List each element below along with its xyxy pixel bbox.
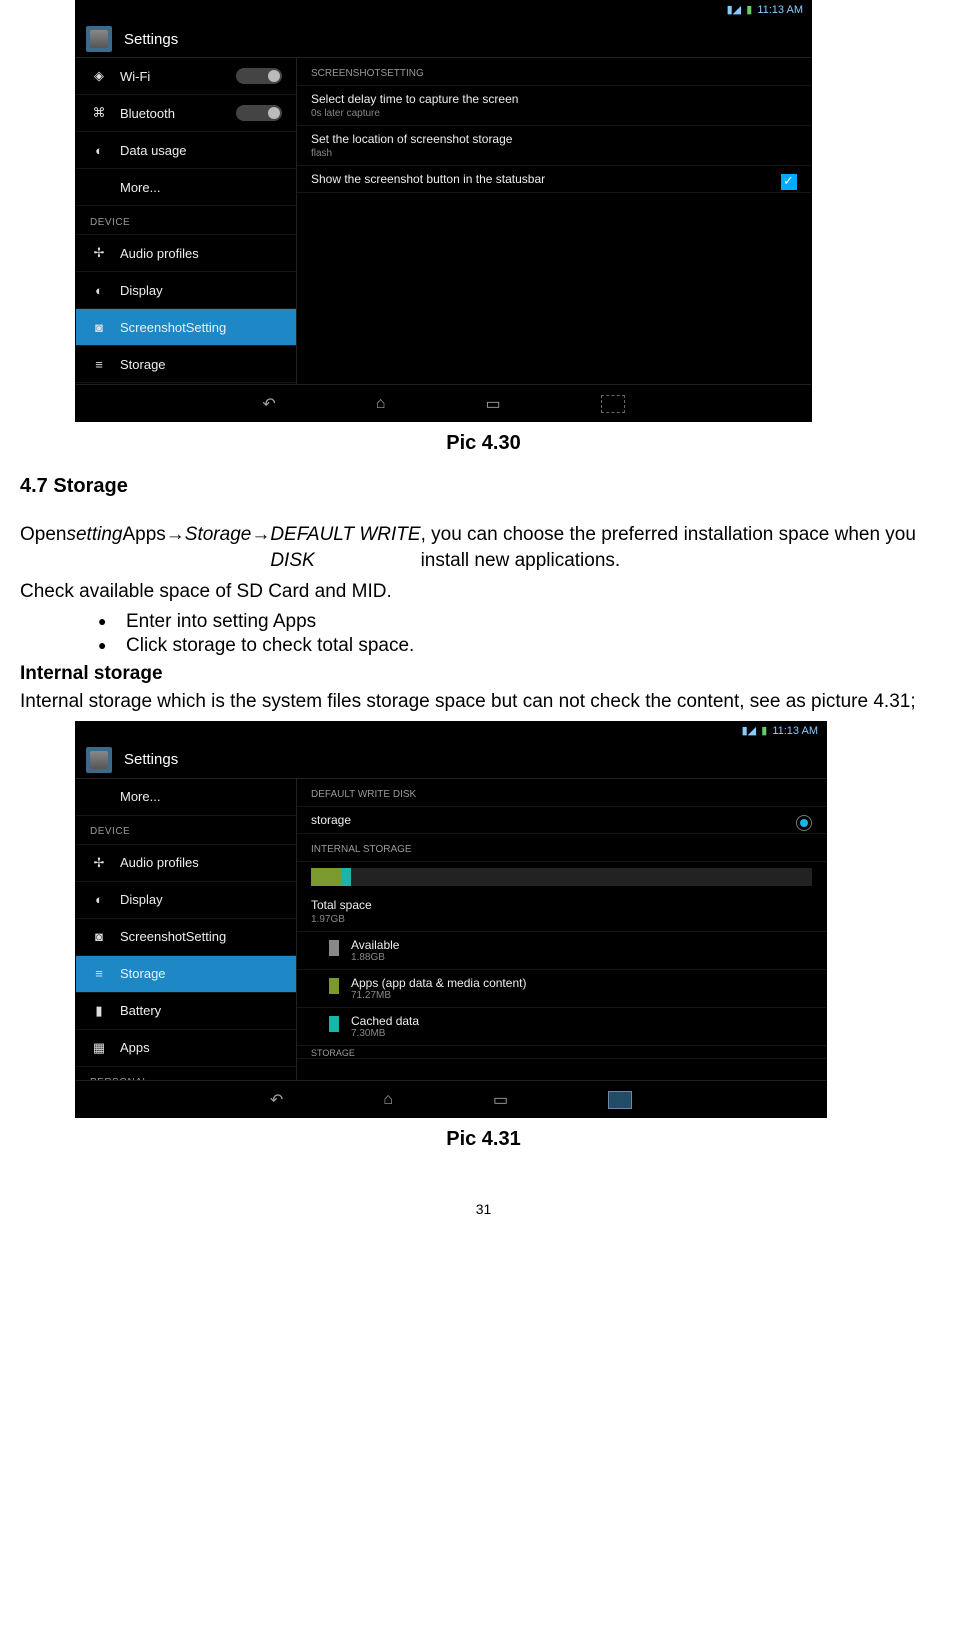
page-number: 31	[20, 1201, 947, 1217]
sidebar-category-personal: PERSONAL	[76, 1067, 296, 1080]
header-title: Settings	[124, 751, 178, 768]
row-total-space: Total space 1.97GB	[297, 892, 826, 932]
bluetooth-icon: ⌘	[90, 104, 108, 122]
camera-icon: ◙	[90, 928, 108, 946]
settings-icon	[86, 26, 112, 52]
recent-icon[interactable]: ▭	[485, 394, 500, 414]
sidebar-category-device: DEVICE	[76, 206, 296, 235]
caption-4-31: Pic 4.31	[20, 1128, 947, 1151]
checkbox-icon[interactable]	[781, 174, 797, 190]
home-icon[interactable]: ⌂	[383, 1091, 393, 1109]
audio-icon: ✢	[90, 854, 108, 872]
back-icon[interactable]: ↶	[262, 394, 275, 414]
battery-icon: ▮	[761, 725, 767, 737]
screenshot-4-31: ▮◢ ▮ 11:13 AM Settings More... DEVICE ✢A…	[75, 721, 827, 1118]
sidebar-item-display[interactable]: ◐Display	[76, 882, 296, 919]
screenshot-4-30: ▮◢ ▮ 11:13 AM Settings ◈Wi-Fi ⌘Bluetooth…	[75, 0, 812, 422]
sidebar-item-more[interactable]: More...	[76, 169, 296, 206]
category-internal-storage: INTERNAL STORAGE	[297, 834, 826, 862]
row-apps[interactable]: Apps (app data & media content)71.27MB	[297, 970, 826, 1008]
settings-icon	[86, 747, 112, 773]
sidebar-item-screenshotsetting[interactable]: ◙ScreenshotSetting	[76, 309, 296, 346]
heading-internal-storage: Internal storage	[20, 663, 947, 685]
category-default-write-disk: DEFAULT WRITE DISK	[297, 779, 826, 807]
settings-header: Settings	[76, 21, 811, 58]
settings-header: Settings	[76, 742, 826, 779]
audio-icon: ✢	[90, 244, 108, 262]
status-bar: ▮◢ ▮ 11:13 AM	[76, 722, 826, 742]
nav-bar: ↶ ⌂ ▭	[76, 384, 811, 423]
sidebar-category-device: DEVICE	[76, 816, 296, 845]
data-icon: ◐	[90, 141, 108, 159]
caption-4-30: Pic 4.30	[20, 432, 947, 455]
screenshot-nav-icon[interactable]	[608, 1091, 632, 1109]
paragraph-1: Open setting Apps→Storage→DEFAULT WRITE …	[20, 522, 947, 573]
radio-icon[interactable]	[796, 815, 812, 831]
display-icon: ◐	[90, 281, 108, 299]
camera-icon: ◙	[90, 318, 108, 336]
screenshot-nav-icon[interactable]	[601, 395, 625, 413]
display-icon: ◐	[90, 891, 108, 909]
paragraph-3: Internal storage which is the system fil…	[20, 689, 947, 715]
row-storage-location[interactable]: Set the location of screenshot storage f…	[297, 126, 811, 166]
storage-icon: ≡	[90, 355, 108, 373]
back-icon[interactable]: ↶	[270, 1090, 283, 1110]
main-panel: DEFAULT WRITE DISK storage INTERNAL STOR…	[297, 779, 826, 1080]
sidebar-item-audio[interactable]: ✢Audio profiles	[76, 235, 296, 272]
row-available[interactable]: Available1.88GB	[297, 932, 826, 970]
wifi-toggle[interactable]	[236, 68, 282, 84]
battery-icon: ▮	[90, 1002, 108, 1020]
sidebar-item-data-usage[interactable]: ◐Data usage	[76, 132, 296, 169]
status-time: 11:13 AM	[772, 725, 818, 737]
row-cached[interactable]: Cached data7.30MB	[297, 1008, 826, 1046]
status-bar: ▮◢ ▮ 11:13 AM	[76, 1, 811, 21]
sidebar: ◈Wi-Fi ⌘Bluetooth ◐Data usage More... DE…	[76, 58, 297, 384]
wifi-icon: ◈	[90, 67, 108, 85]
sidebar-item-apps[interactable]: ▦Apps	[76, 1030, 296, 1067]
signal-icon: ▮◢	[727, 4, 742, 16]
section-title: 4.7 Storage	[20, 475, 947, 498]
home-icon[interactable]: ⌂	[376, 395, 386, 413]
storage-icon: ≡	[90, 965, 108, 983]
sidebar-item-bluetooth[interactable]: ⌘Bluetooth	[76, 95, 296, 132]
row-storage-radio[interactable]: storage	[297, 807, 826, 834]
sidebar-item-display[interactable]: ◐Display	[76, 272, 296, 309]
header-title: Settings	[124, 31, 178, 48]
bullet-1: Enter into setting Apps	[98, 611, 947, 633]
paragraph-2: Check available space of SD Card and MID…	[20, 579, 947, 605]
recent-icon[interactable]: ▭	[493, 1090, 508, 1110]
sidebar: More... DEVICE ✢Audio profiles ◐Display …	[76, 779, 297, 1080]
sidebar-item-storage[interactable]: ≡Storage	[76, 346, 296, 383]
sidebar-item-more[interactable]: More...	[76, 779, 296, 816]
apps-icon: ▦	[90, 1039, 108, 1057]
row-delay-time[interactable]: Select delay time to capture the screen …	[297, 86, 811, 126]
sidebar-item-battery[interactable]: ▮Battery	[76, 993, 296, 1030]
main-panel: SCREENSHOTSETTING Select delay time to c…	[297, 58, 811, 384]
main-category: SCREENSHOTSETTING	[297, 58, 811, 86]
bluetooth-toggle[interactable]	[236, 105, 282, 121]
sidebar-item-audio[interactable]: ✢Audio profiles	[76, 845, 296, 882]
sidebar-item-wifi[interactable]: ◈Wi-Fi	[76, 58, 296, 95]
nav-bar: ↶ ⌂ ▭	[76, 1080, 826, 1119]
status-time: 11:13 AM	[757, 4, 803, 16]
sidebar-item-battery[interactable]: ▮Battery	[76, 383, 296, 384]
swatch-icon	[329, 940, 339, 956]
signal-icon: ▮◢	[742, 725, 757, 737]
bullet-list: Enter into setting Apps Click storage to…	[98, 611, 947, 657]
battery-icon: ▮	[746, 4, 752, 16]
row-show-button[interactable]: Show the screenshot button in the status…	[297, 166, 811, 193]
swatch-icon	[329, 978, 339, 994]
swatch-icon	[329, 1016, 339, 1032]
category-storage-bottom: STORAGE	[297, 1046, 826, 1059]
sidebar-item-screenshotsetting[interactable]: ◙ScreenshotSetting	[76, 919, 296, 956]
sidebar-item-storage[interactable]: ≡Storage	[76, 956, 296, 993]
bullet-2: Click storage to check total space.	[98, 635, 947, 657]
storage-usage-bar	[311, 868, 812, 886]
